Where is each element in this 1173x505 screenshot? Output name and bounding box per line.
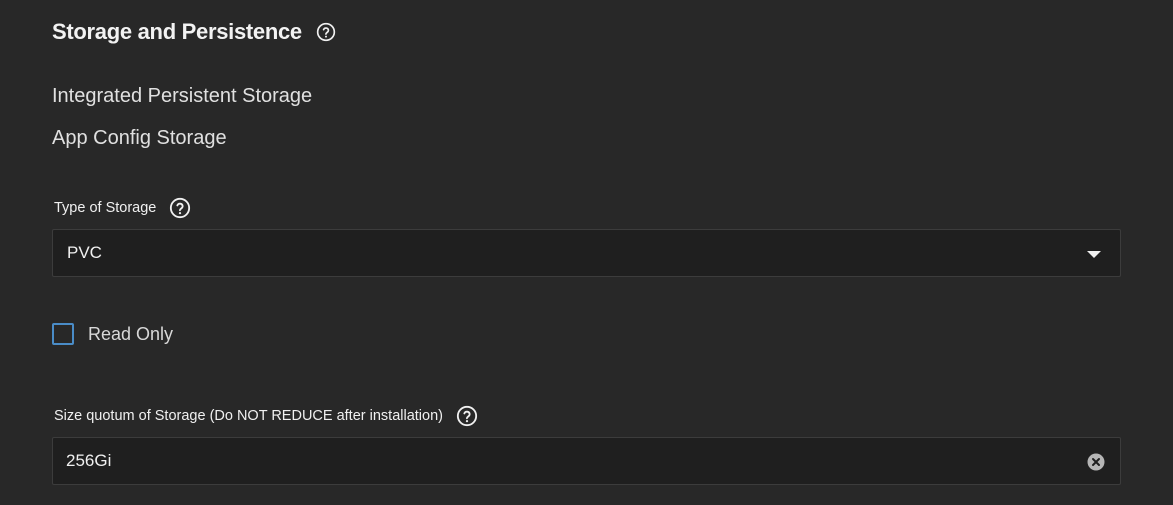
help-icon[interactable] — [316, 22, 336, 42]
size-quota-field — [52, 437, 1121, 485]
section-title: Storage and Persistence — [52, 19, 302, 44]
app-config-storage-heading: App Config Storage — [52, 127, 227, 149]
size-quota-label: Size quotum of Storage (Do NOT REDUCE af… — [54, 408, 443, 424]
caret-down-icon[interactable] — [1087, 251, 1101, 258]
storage-type-label-row: Type of Storage — [54, 197, 191, 219]
storage-type-select[interactable]: PVC — [52, 229, 1121, 277]
clear-icon[interactable] — [1087, 453, 1105, 471]
size-quota-label-row: Size quotum of Storage (Do NOT REDUCE af… — [54, 405, 478, 427]
read-only-checkbox-row[interactable]: Read Only — [52, 322, 173, 346]
help-icon[interactable] — [169, 197, 191, 219]
storage-type-selected-value: PVC — [67, 243, 102, 262]
help-icon[interactable] — [456, 405, 478, 427]
section-header: Storage and Persistence — [52, 18, 336, 46]
read-only-checkbox[interactable] — [52, 323, 74, 345]
read-only-label[interactable]: Read Only — [88, 324, 173, 345]
storage-type-label: Type of Storage — [54, 200, 157, 216]
integrated-storage-heading: Integrated Persistent Storage — [52, 85, 313, 107]
size-quota-input[interactable] — [53, 438, 1073, 484]
